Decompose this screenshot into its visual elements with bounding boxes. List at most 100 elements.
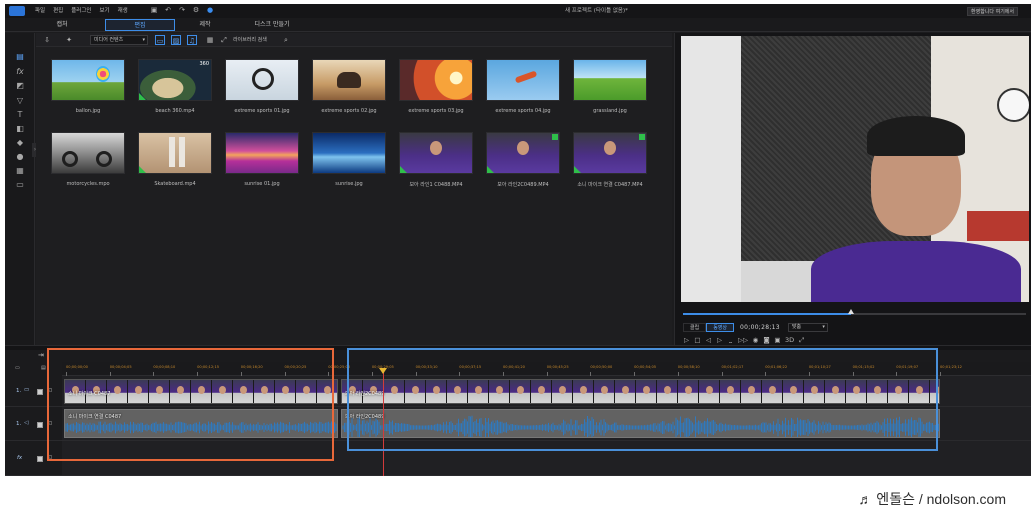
fullscreen-icon[interactable]: ⤢	[219, 35, 229, 45]
fast-forward-icon[interactable]: ▷▷	[738, 336, 748, 345]
undock-icon[interactable]: ▣	[774, 336, 781, 345]
zoom-fit-select[interactable]: 맞춤 ▾	[787, 322, 828, 332]
update-icon[interactable]: ●	[206, 6, 214, 15]
media-item[interactable]: sunrise 01.jpg	[225, 132, 299, 188]
badge-360: 360	[199, 61, 209, 67]
media-library: ⇩ ✦ 미디어 컨텐츠 ▾ ▭ ▨ ♫ ▦ ⤢ 라이브러리 검색 ⌕ ballo…	[36, 33, 672, 345]
undo-icon[interactable]: ↶	[164, 6, 172, 15]
ruler-tick-label: 00;01;23;12	[940, 365, 962, 369]
particle-room-icon[interactable]: ▽	[14, 96, 26, 106]
next-frame-icon[interactable]: ▷	[716, 336, 723, 345]
media-item[interactable]: ballon.jpg	[51, 59, 125, 115]
media-item[interactable]: Skateboard.mp4	[138, 132, 212, 188]
used-check-icon	[639, 134, 645, 140]
chapter-room-icon[interactable]: ▦	[14, 166, 26, 176]
preview-video[interactable]	[681, 36, 1029, 302]
used-check-icon	[552, 134, 558, 140]
pip-room-icon[interactable]: ◩	[14, 81, 26, 91]
fit-timeline-icon[interactable]: ⇥	[38, 351, 44, 359]
chevron-down-icon: ▾	[822, 323, 825, 330]
title-room-icon[interactable]: T	[14, 110, 26, 120]
timeline-mode-icon[interactable]: ▭	[15, 365, 20, 371]
menu-plugins[interactable]: 플러그인	[71, 6, 91, 14]
play-icon[interactable]: ▷	[683, 336, 690, 345]
import-icon[interactable]: ⇩	[42, 35, 52, 45]
media-item[interactable]: extreme sports 03.jpg	[399, 59, 473, 115]
quick-access-toolbar: ▣ ↶ ↷ ⚙ ●	[150, 6, 214, 15]
transition-room-icon[interactable]: ◧	[14, 124, 26, 134]
media-item[interactable]: 보아 라인2C0489.MP4	[486, 132, 560, 188]
media-item[interactable]: 보아 라인1 C0488.MP4	[399, 132, 473, 188]
watermark-text: ♬ 엔돌슨 / ndolson.com	[858, 491, 1006, 507]
video-filter-icon[interactable]: ▭	[155, 35, 165, 45]
media-item[interactable]: sunrise.jpg	[312, 132, 386, 188]
bmx-photo-icon	[225, 59, 299, 101]
prev-frame-icon[interactable]: ◁	[705, 336, 712, 345]
menu-view[interactable]: 보기	[100, 6, 110, 14]
add-track-icon[interactable]: ▤	[41, 365, 46, 371]
volume-icon[interactable]: ◉	[752, 336, 759, 345]
speaker-icon: ◁	[24, 420, 29, 426]
fx-track-label: fx	[17, 455, 23, 461]
snapshot-icon[interactable]: ◙	[763, 336, 770, 345]
media-item-name: ballon.jpg	[75, 108, 101, 114]
subtitle-room-icon[interactable]: ▭	[14, 180, 26, 190]
image-filter-icon[interactable]: ▨	[171, 35, 181, 45]
person-video-icon	[399, 132, 473, 174]
tab-produce[interactable]: 제작	[170, 19, 240, 31]
highlight-box-first-clip	[47, 348, 334, 461]
media-item-name: 소니 마이크 연결 C0487.MP4	[577, 182, 643, 188]
menu-edit[interactable]: 편집	[53, 6, 63, 14]
media-item[interactable]: motorcycles.mpo	[51, 132, 125, 188]
title-bar: 파일 편집 플러그인 보기 재생 ▣ ↶ ↷ ⚙ ● 새 프로젝트 (타이틀 없…	[5, 4, 1031, 18]
tab-create-disc[interactable]: 디스크 만들기	[237, 19, 307, 31]
tab-clip-mode[interactable]: 클립	[683, 322, 707, 332]
save-icon[interactable]: ▣	[150, 6, 158, 15]
plugin-icon[interactable]: ✦	[64, 35, 74, 45]
media-room-icon[interactable]: ▤	[14, 52, 26, 62]
preview-mode-row: 클립 동영상 00;00;28;13 맞춤 ▾	[683, 322, 828, 332]
mode-tabs: 캡처 편집 제작 디스크 만들기	[5, 18, 1031, 32]
menu-file[interactable]: 파일	[35, 6, 45, 14]
media-item[interactable]: 소니 마이크 연결 C0487.MP4	[573, 132, 647, 188]
media-item[interactable]: extreme sports 02.jpg	[312, 59, 386, 115]
voice-over-icon[interactable]: ●	[14, 152, 26, 162]
media-item[interactable]: extreme sports 04.jpg	[486, 59, 560, 115]
audio-mixing-icon[interactable]: ◆	[14, 138, 26, 148]
media-filter-value: 미디어 컨텐츠	[94, 37, 124, 43]
mark-in-icon[interactable]: ⎵	[727, 336, 734, 345]
media-item[interactable]: extreme sports 01.jpg	[225, 59, 299, 115]
media-item[interactable]: grassland.jpg	[573, 59, 647, 115]
track-enable-checkbox[interactable]	[37, 422, 43, 428]
tab-capture[interactable]: 캡처	[27, 19, 97, 31]
media-item-name: 보아 라인1 C0488.MP4	[409, 182, 463, 188]
media-item[interactable]: 360 beach 360.mp4	[138, 59, 212, 115]
skydive-photo-icon	[486, 59, 560, 101]
sunset-bike-photo-icon	[399, 59, 473, 101]
audio-filter-icon[interactable]: ♫	[187, 35, 197, 45]
flower-field-photo-icon	[225, 132, 299, 174]
tab-movie-mode[interactable]: 동영상	[706, 322, 735, 332]
media-item-name: beach 360.mp4	[155, 108, 195, 114]
search-icon[interactable]: ⌕	[281, 35, 291, 45]
scrubber-handle[interactable]	[848, 309, 855, 314]
media-filter-select[interactable]: 미디어 컨텐츠 ▾	[90, 35, 148, 45]
grid-view-icon[interactable]: ▦	[205, 35, 215, 45]
timecode-display[interactable]: 00;00;28;13	[740, 324, 780, 331]
person-video-icon	[486, 132, 560, 174]
track-enable-checkbox[interactable]	[37, 389, 43, 395]
3d-mode-icon[interactable]: 3D	[785, 336, 794, 345]
preview-scrubber[interactable]	[683, 309, 1026, 315]
media-item-name: sunrise 01.jpg	[244, 181, 280, 187]
tab-edit[interactable]: 편집	[105, 19, 175, 31]
settings-icon[interactable]: ⚙	[192, 6, 200, 15]
sunrise-photo-icon	[312, 132, 386, 174]
fx-room-icon[interactable]: fx	[14, 67, 26, 77]
maximize-icon[interactable]: ⤢	[798, 336, 805, 345]
track-enable-checkbox[interactable]	[37, 456, 43, 462]
media-item-name: extreme sports 02.jpg	[321, 108, 377, 114]
stop-icon[interactable]: □	[694, 336, 701, 345]
menu-playback[interactable]: 재생	[118, 6, 128, 14]
redo-icon[interactable]: ↷	[178, 6, 186, 15]
welcome-button[interactable]: 환영합니다 여기에서	[967, 7, 1018, 16]
